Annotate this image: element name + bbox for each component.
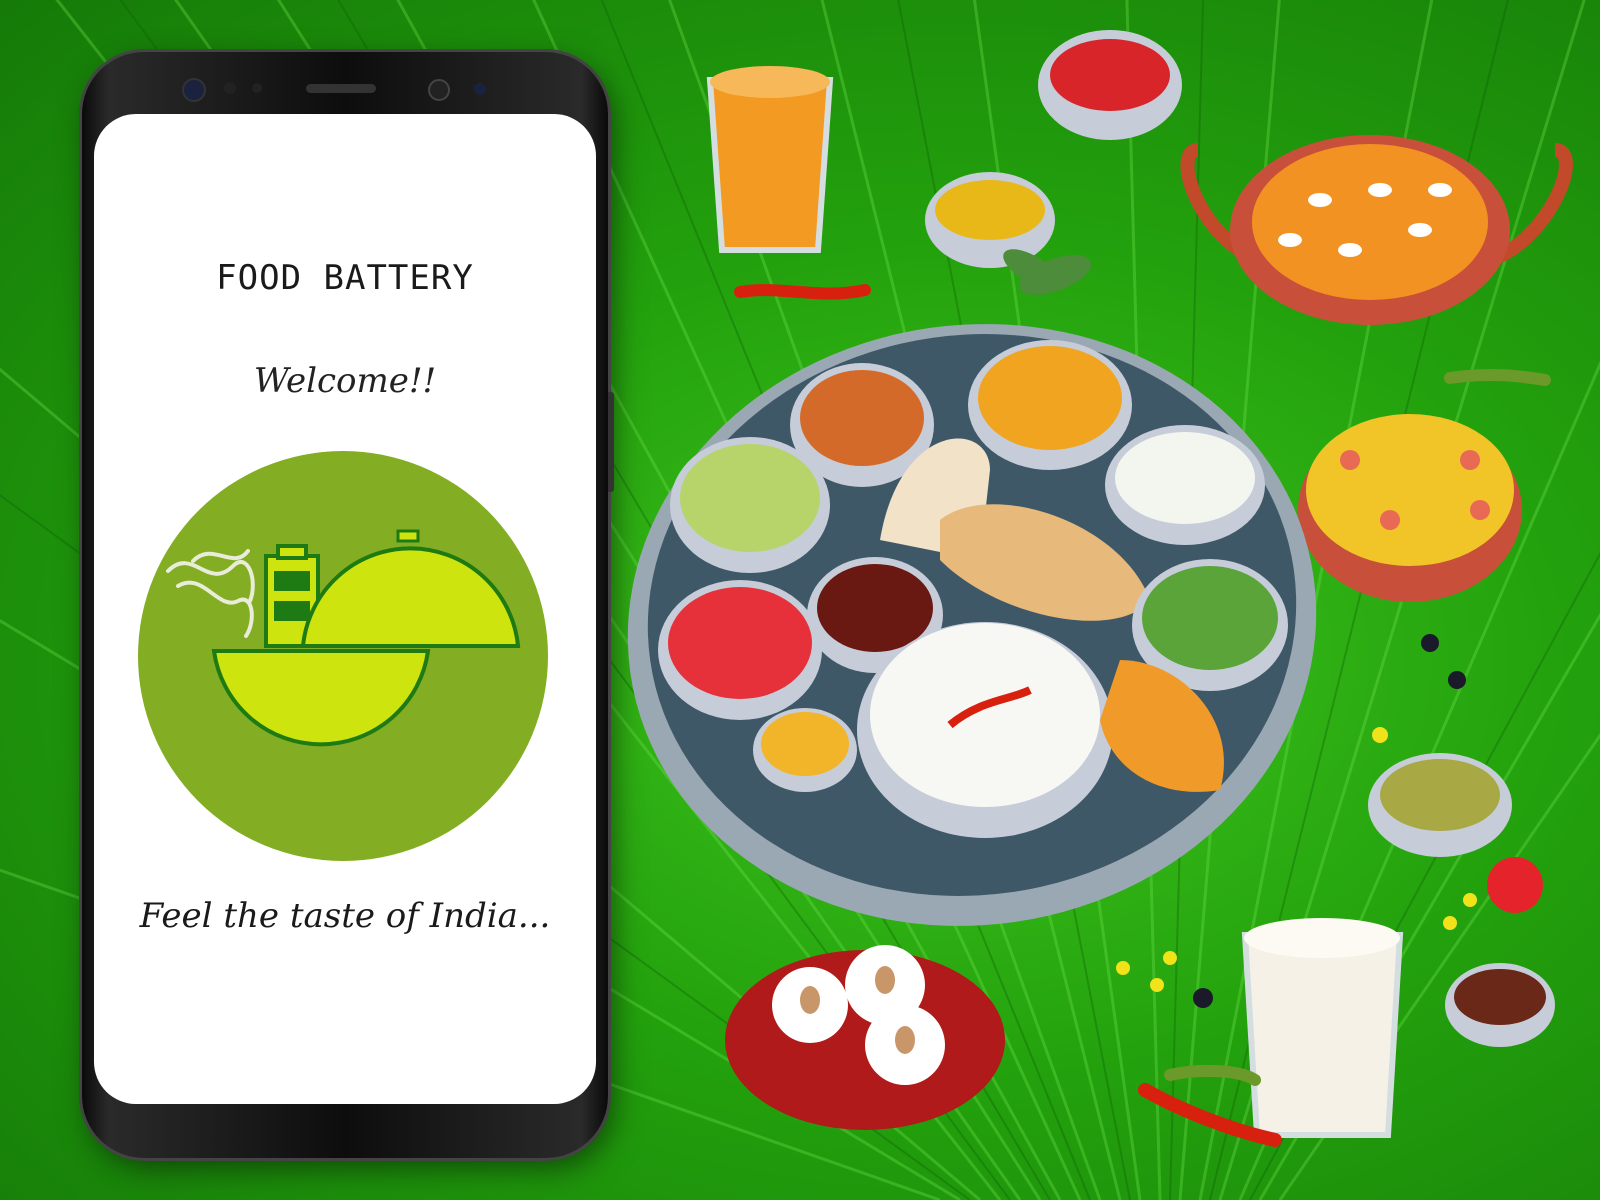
front-camera-icon (182, 78, 206, 102)
proximity-sensor-icon (428, 79, 450, 101)
welcome-text: Welcome!! (253, 361, 437, 401)
green-chutney-bowl-icon (670, 437, 830, 573)
green-chili-icon (1444, 368, 1551, 386)
speaker-grille (306, 84, 376, 93)
thali-plate-icon (627, 324, 1317, 926)
rice-bowl-icon (857, 622, 1113, 838)
sweet-bowl-icon (753, 708, 857, 792)
iris-scanner-icon (474, 83, 486, 95)
app-logo (138, 451, 548, 861)
juice-glass-icon (706, 66, 834, 253)
turmeric-bowl-icon (925, 172, 1055, 268)
tagline-text: Feel the taste of India... (139, 896, 551, 936)
curry-pot-icon (1180, 135, 1573, 325)
steam-icon (166, 549, 255, 638)
tomato-icon (1487, 857, 1543, 913)
chili-powder-bowl-icon (1038, 30, 1182, 140)
phone-mockup: FOOD BATTERY Welcome!! Feel the taste of… (82, 52, 614, 1158)
app-screen: FOOD BATTERY Welcome!! Feel the taste of… (94, 114, 596, 1104)
mint-leaf-icon (1003, 249, 1092, 295)
lid-icon (300, 546, 521, 648)
sensor-icon (252, 83, 262, 93)
spice-bowl-icon (1368, 753, 1512, 857)
chickpea-bowl-icon (968, 340, 1132, 470)
masala-bowl-icon (1445, 963, 1555, 1047)
indian-food-illustration (627, 30, 1573, 1147)
green-chili-icon (1164, 1064, 1261, 1086)
bowl-icon (211, 649, 431, 747)
lassi-glass-icon (1241, 918, 1404, 1138)
red-chili-icon (734, 284, 871, 300)
raita-bowl-icon (1105, 425, 1265, 545)
coconut-sweets-plate-icon (725, 945, 1005, 1130)
sensor-icon (224, 82, 236, 94)
biryani-bowl-icon (1298, 414, 1522, 602)
salad-bowl-icon (658, 580, 822, 720)
app-title: FOOD BATTERY (216, 258, 474, 298)
